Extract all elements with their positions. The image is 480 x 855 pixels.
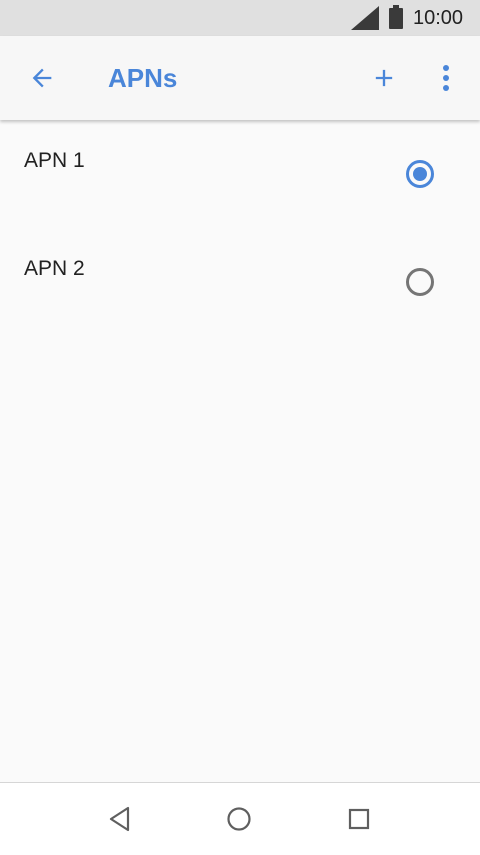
apn-label: APN 2: [24, 257, 85, 280]
page-title: APNs: [108, 63, 178, 93]
radio-selected-icon[interactable]: [400, 158, 440, 198]
cell-signal-icon: [351, 6, 379, 30]
nav-back-button[interactable]: [100, 799, 140, 839]
back-button[interactable]: [18, 56, 66, 100]
add-apn-button[interactable]: [362, 56, 406, 100]
plus-icon: [375, 69, 393, 87]
apn-list-item[interactable]: APN 2: [0, 228, 480, 336]
battery-icon: [389, 5, 403, 29]
home-circle-icon: [227, 807, 251, 831]
radio-unselected-icon[interactable]: [400, 266, 440, 306]
app-bar: APNs: [0, 36, 480, 120]
nav-recents-button[interactable]: [339, 799, 379, 839]
nav-home-button[interactable]: [219, 799, 259, 839]
navigation-bar: [0, 782, 480, 855]
apn-list: APN 1 APN 2: [0, 120, 480, 336]
arrow-left-icon: [32, 68, 52, 88]
status-clock: 10:00: [413, 7, 464, 29]
back-triangle-icon: [109, 806, 130, 832]
more-vertical-icon: [443, 65, 449, 91]
status-bar: 10:00: [0, 0, 480, 36]
recents-square-icon: [348, 808, 370, 830]
apn-list-item[interactable]: APN 1: [0, 120, 480, 228]
more-options-button[interactable]: [426, 56, 466, 100]
apn-label: APN 1: [24, 149, 85, 172]
